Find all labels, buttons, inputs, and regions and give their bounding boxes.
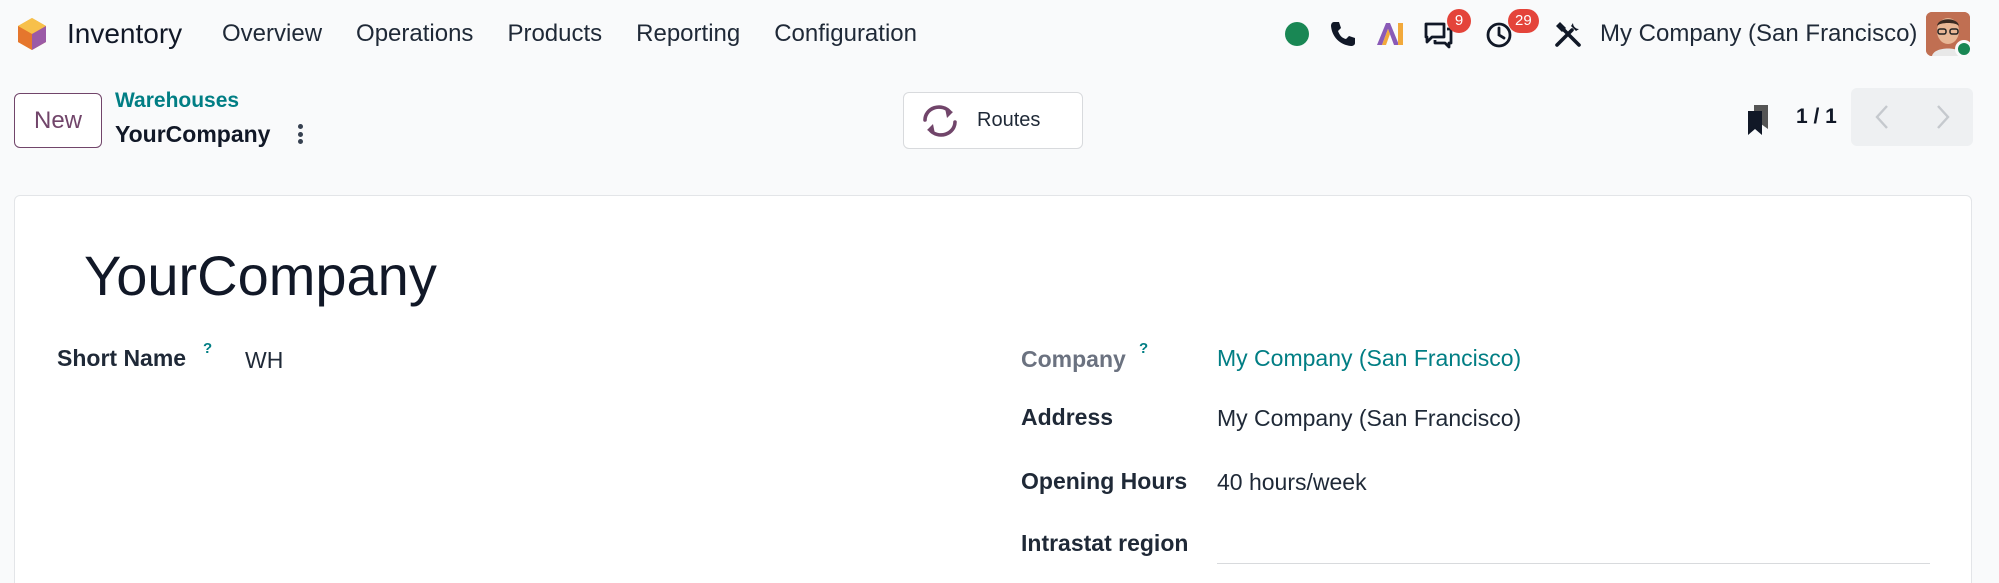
menu-configuration[interactable]: Configuration — [774, 20, 917, 48]
menu-products[interactable]: Products — [507, 20, 602, 48]
pager-buttons — [1851, 88, 1973, 146]
opening-hours-label: Opening Hours — [1021, 468, 1188, 494]
pager-next-button[interactable] — [1912, 88, 1973, 146]
breadcrumb-warehouses[interactable]: Warehouses — [115, 89, 239, 113]
refresh-routes-icon — [923, 104, 957, 137]
address-field[interactable]: My Company (San Francisco) — [1217, 405, 1521, 432]
activities-badge: 29 — [1508, 9, 1539, 33]
menu-operations[interactable]: Operations — [356, 20, 473, 48]
top-navbar: Inventory Overview Operations Products R… — [0, 0, 1999, 68]
actions-menu-icon[interactable] — [292, 121, 308, 147]
intrastat-region-field[interactable] — [1217, 563, 1930, 564]
chevron-left-icon — [1874, 105, 1888, 129]
address-label: Address — [1021, 404, 1114, 430]
company-help-icon[interactable]: ? — [1139, 340, 1148, 357]
ai-icon[interactable] — [1374, 18, 1406, 50]
opening-hours-field[interactable]: 40 hours/week — [1217, 469, 1367, 496]
main-menu: Overview Operations Products Reporting C… — [222, 20, 951, 48]
breadcrumb-current: YourCompany — [115, 121, 271, 147]
pager-previous-button[interactable] — [1851, 88, 1912, 146]
intrastat-region-label: Intrastat region — [1021, 530, 1189, 556]
company-switcher[interactable]: My Company (San Francisco) — [1600, 20, 1917, 48]
company-label: Company — [1021, 346, 1126, 372]
routes-button[interactable]: Routes — [903, 92, 1083, 149]
company-field[interactable]: My Company (San Francisco) — [1217, 345, 1521, 372]
record-title[interactable]: YourCompany — [84, 243, 437, 308]
user-online-status-icon — [1955, 40, 1973, 58]
tools-icon[interactable] — [1552, 18, 1584, 50]
new-button[interactable]: New — [14, 93, 102, 148]
bookmarks-icon[interactable] — [1744, 103, 1772, 137]
inventory-app-icon[interactable] — [14, 16, 50, 52]
pager-value[interactable]: 1 / 1 — [1796, 105, 1837, 129]
messages-badge: 9 — [1447, 9, 1471, 33]
app-name[interactable]: Inventory — [67, 18, 182, 50]
short-name-label: Short Name — [57, 345, 187, 371]
short-name-help-icon[interactable]: ? — [203, 340, 212, 357]
menu-reporting[interactable]: Reporting — [636, 20, 740, 48]
phone-icon[interactable] — [1326, 18, 1358, 50]
short-name-field[interactable]: WH — [245, 347, 283, 374]
presence-status-icon[interactable] — [1285, 22, 1309, 46]
routes-label: Routes — [977, 109, 1041, 131]
chevron-right-icon — [1936, 105, 1950, 129]
menu-overview[interactable]: Overview — [222, 20, 322, 48]
